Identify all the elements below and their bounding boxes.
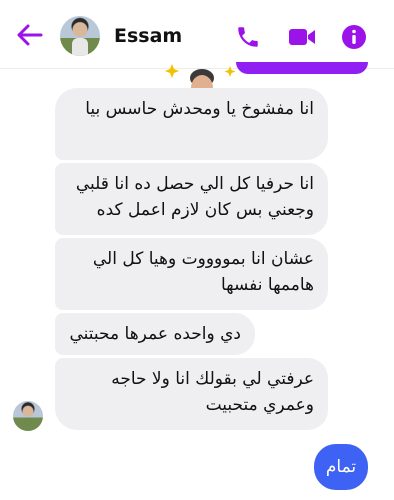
- received-message-2[interactable]: انا حرفيا كل الي حصل ده انا قلبي وجعني ب…: [55, 163, 328, 235]
- video-camera-icon[interactable]: [288, 24, 316, 50]
- received-message-4[interactable]: دي واحده عمرها محبتني: [55, 313, 255, 355]
- received-message-3[interactable]: عشان انا بمووووت وهيا كل الي هاممها نفسه…: [55, 238, 328, 310]
- sent-bubble-partial: [236, 62, 368, 74]
- sender-avatar: [13, 401, 43, 431]
- received-message-5[interactable]: عرفتي لي بقولك انا ولا حاجه وعمري متحبيت: [55, 358, 328, 430]
- back-arrow-icon[interactable]: [14, 22, 44, 48]
- sent-message[interactable]: تمام: [314, 444, 368, 490]
- phone-icon[interactable]: [234, 24, 262, 50]
- contact-name[interactable]: Essam: [114, 25, 182, 47]
- received-message-1[interactable]: انا مفشوخ يا ومحدش حاسس بيا: [55, 88, 328, 160]
- contact-avatar[interactable]: [60, 16, 100, 56]
- info-icon[interactable]: [340, 24, 368, 50]
